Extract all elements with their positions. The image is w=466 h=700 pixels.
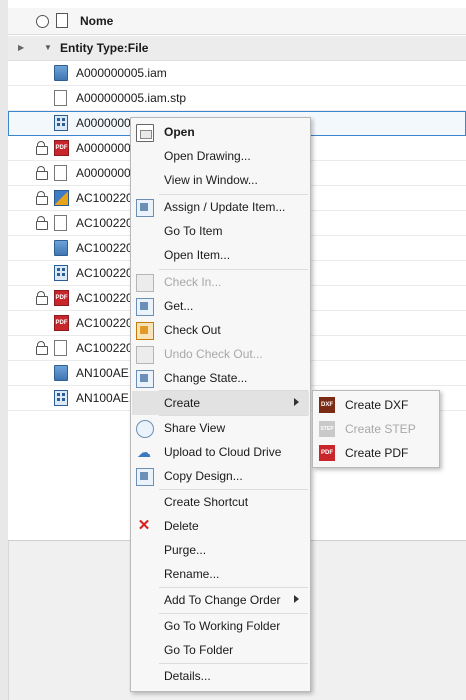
copy-design-icon (136, 468, 154, 486)
menu-item-go-to-folder[interactable]: Go To Folder (132, 638, 309, 662)
menu-item-upload-cloud[interactable]: ☁ Upload to Cloud Drive (132, 440, 309, 464)
submenu-item-create-step[interactable]: STEP Create STEP (314, 417, 438, 441)
lock-icon (36, 166, 48, 180)
menu-item-get[interactable]: Get... (132, 294, 309, 318)
undo-check-out-icon (136, 346, 154, 364)
group-title: Entity Type:File (60, 41, 149, 55)
assembly-file-icon (54, 65, 68, 81)
menu-item-check-in[interactable]: Check In... (132, 270, 309, 294)
document-icon (54, 340, 67, 356)
menu-item-delete[interactable]: ✕ Delete (132, 514, 309, 538)
lock-icon (36, 341, 48, 355)
status-column-icon[interactable] (36, 15, 49, 28)
file-name: AC100220 (76, 191, 133, 205)
submenu-item-create-dxf[interactable]: DXF Create DXF (314, 393, 438, 417)
file-name: A00000000 (76, 116, 138, 130)
open-folder-icon (136, 124, 154, 142)
submenu-arrow-icon (294, 398, 299, 406)
column-header-name[interactable]: Nome (80, 14, 113, 28)
document-icon (54, 215, 67, 231)
menu-item-view-in-window[interactable]: View in Window... (132, 168, 309, 192)
menu-item-open-item[interactable]: Open Item... (132, 243, 309, 267)
file-name: A000000005.iam (76, 66, 167, 80)
submenu-arrow-icon (294, 595, 299, 603)
context-menu: Open Open Drawing... View in Window... A… (130, 117, 311, 692)
check-out-icon (136, 322, 154, 340)
drawing-file-icon (54, 265, 68, 281)
cloud-upload-icon: ☁ (137, 444, 151, 460)
file-name: AC100220 (76, 216, 133, 230)
submenu-item-create-pdf[interactable]: PDF Create PDF (314, 441, 438, 465)
menu-item-open-drawing[interactable]: Open Drawing... (132, 144, 309, 168)
menu-item-add-to-change-order[interactable]: Add To Change Order (132, 588, 309, 612)
assembly-file-icon (54, 365, 68, 381)
drawing-file-icon (54, 115, 68, 131)
file-name: AC100220 (76, 316, 133, 330)
file-name: AN100AE. (76, 391, 133, 405)
collapse-chevron-icon[interactable]: ▼ (44, 43, 52, 52)
menu-item-create-shortcut[interactable]: Create Shortcut (132, 490, 309, 514)
menu-item-purge[interactable]: Purge... (132, 538, 309, 562)
lock-icon (36, 141, 48, 155)
create-submenu: DXF Create DXF STEP Create STEP PDF Create … (312, 390, 440, 468)
change-state-icon (136, 370, 154, 388)
menu-item-go-to-working-folder[interactable]: Go To Working Folder (132, 614, 309, 638)
menu-item-undo-check-out[interactable]: Undo Check Out... (132, 342, 309, 366)
file-name: A00000000 (76, 166, 138, 180)
document-icon (54, 90, 67, 106)
grid-header: Nome (8, 8, 466, 35)
assign-item-icon (136, 199, 154, 217)
get-icon (136, 298, 154, 316)
file-row[interactable]: A000000005.iam (8, 61, 466, 86)
pdf-file-icon: PDF (54, 290, 69, 306)
file-name: AC100220 (76, 266, 133, 280)
drawing-file-icon (54, 390, 68, 406)
file-name: AC100220 (76, 291, 133, 305)
file-name: AC100220 (76, 341, 133, 355)
document-icon (54, 165, 67, 181)
file-name: A00000000 (76, 141, 138, 155)
menu-item-copy-design[interactable]: Copy Design... (132, 464, 309, 488)
menu-item-details[interactable]: Details... (132, 664, 309, 688)
lock-icon (36, 216, 48, 230)
menu-item-change-state[interactable]: Change State... (132, 366, 309, 390)
pdf-file-icon: PDF (54, 315, 69, 331)
group-row[interactable]: ▶ ▼ Entity Type:File (8, 36, 466, 61)
pdf-file-icon: PDF (54, 140, 69, 156)
file-name: A000000005.iam.stp (76, 91, 187, 105)
file-type-column-icon[interactable] (56, 13, 68, 28)
menu-item-assign-update-item[interactable]: Assign / Update Item... (132, 195, 309, 219)
menu-item-open[interactable]: Open (132, 120, 309, 144)
menu-item-go-to-item[interactable]: Go To Item (132, 219, 309, 243)
share-view-icon (136, 420, 154, 438)
menu-item-check-out[interactable]: Check Out (132, 318, 309, 342)
step-file-icon: STEP (319, 421, 335, 437)
row-expander-icon[interactable]: ▶ (18, 43, 24, 52)
lock-icon (36, 191, 48, 205)
assembly-file-icon (54, 240, 68, 256)
file-row[interactable]: A000000005.iam.stp (8, 86, 466, 111)
menu-item-rename[interactable]: Rename... (132, 562, 309, 586)
pdf-file-icon: PDF (319, 445, 335, 461)
file-name: AN100AE. (76, 366, 133, 380)
lock-icon (36, 291, 48, 305)
menu-item-share-view[interactable]: Share View (132, 416, 309, 440)
menu-item-create[interactable]: Create (132, 391, 309, 415)
delete-x-icon: ✕ (137, 517, 151, 534)
dxf-file-icon: DXF (319, 397, 335, 413)
check-in-icon (136, 274, 154, 292)
file-name: AC100220 (76, 241, 133, 255)
part-file-icon (54, 190, 69, 206)
